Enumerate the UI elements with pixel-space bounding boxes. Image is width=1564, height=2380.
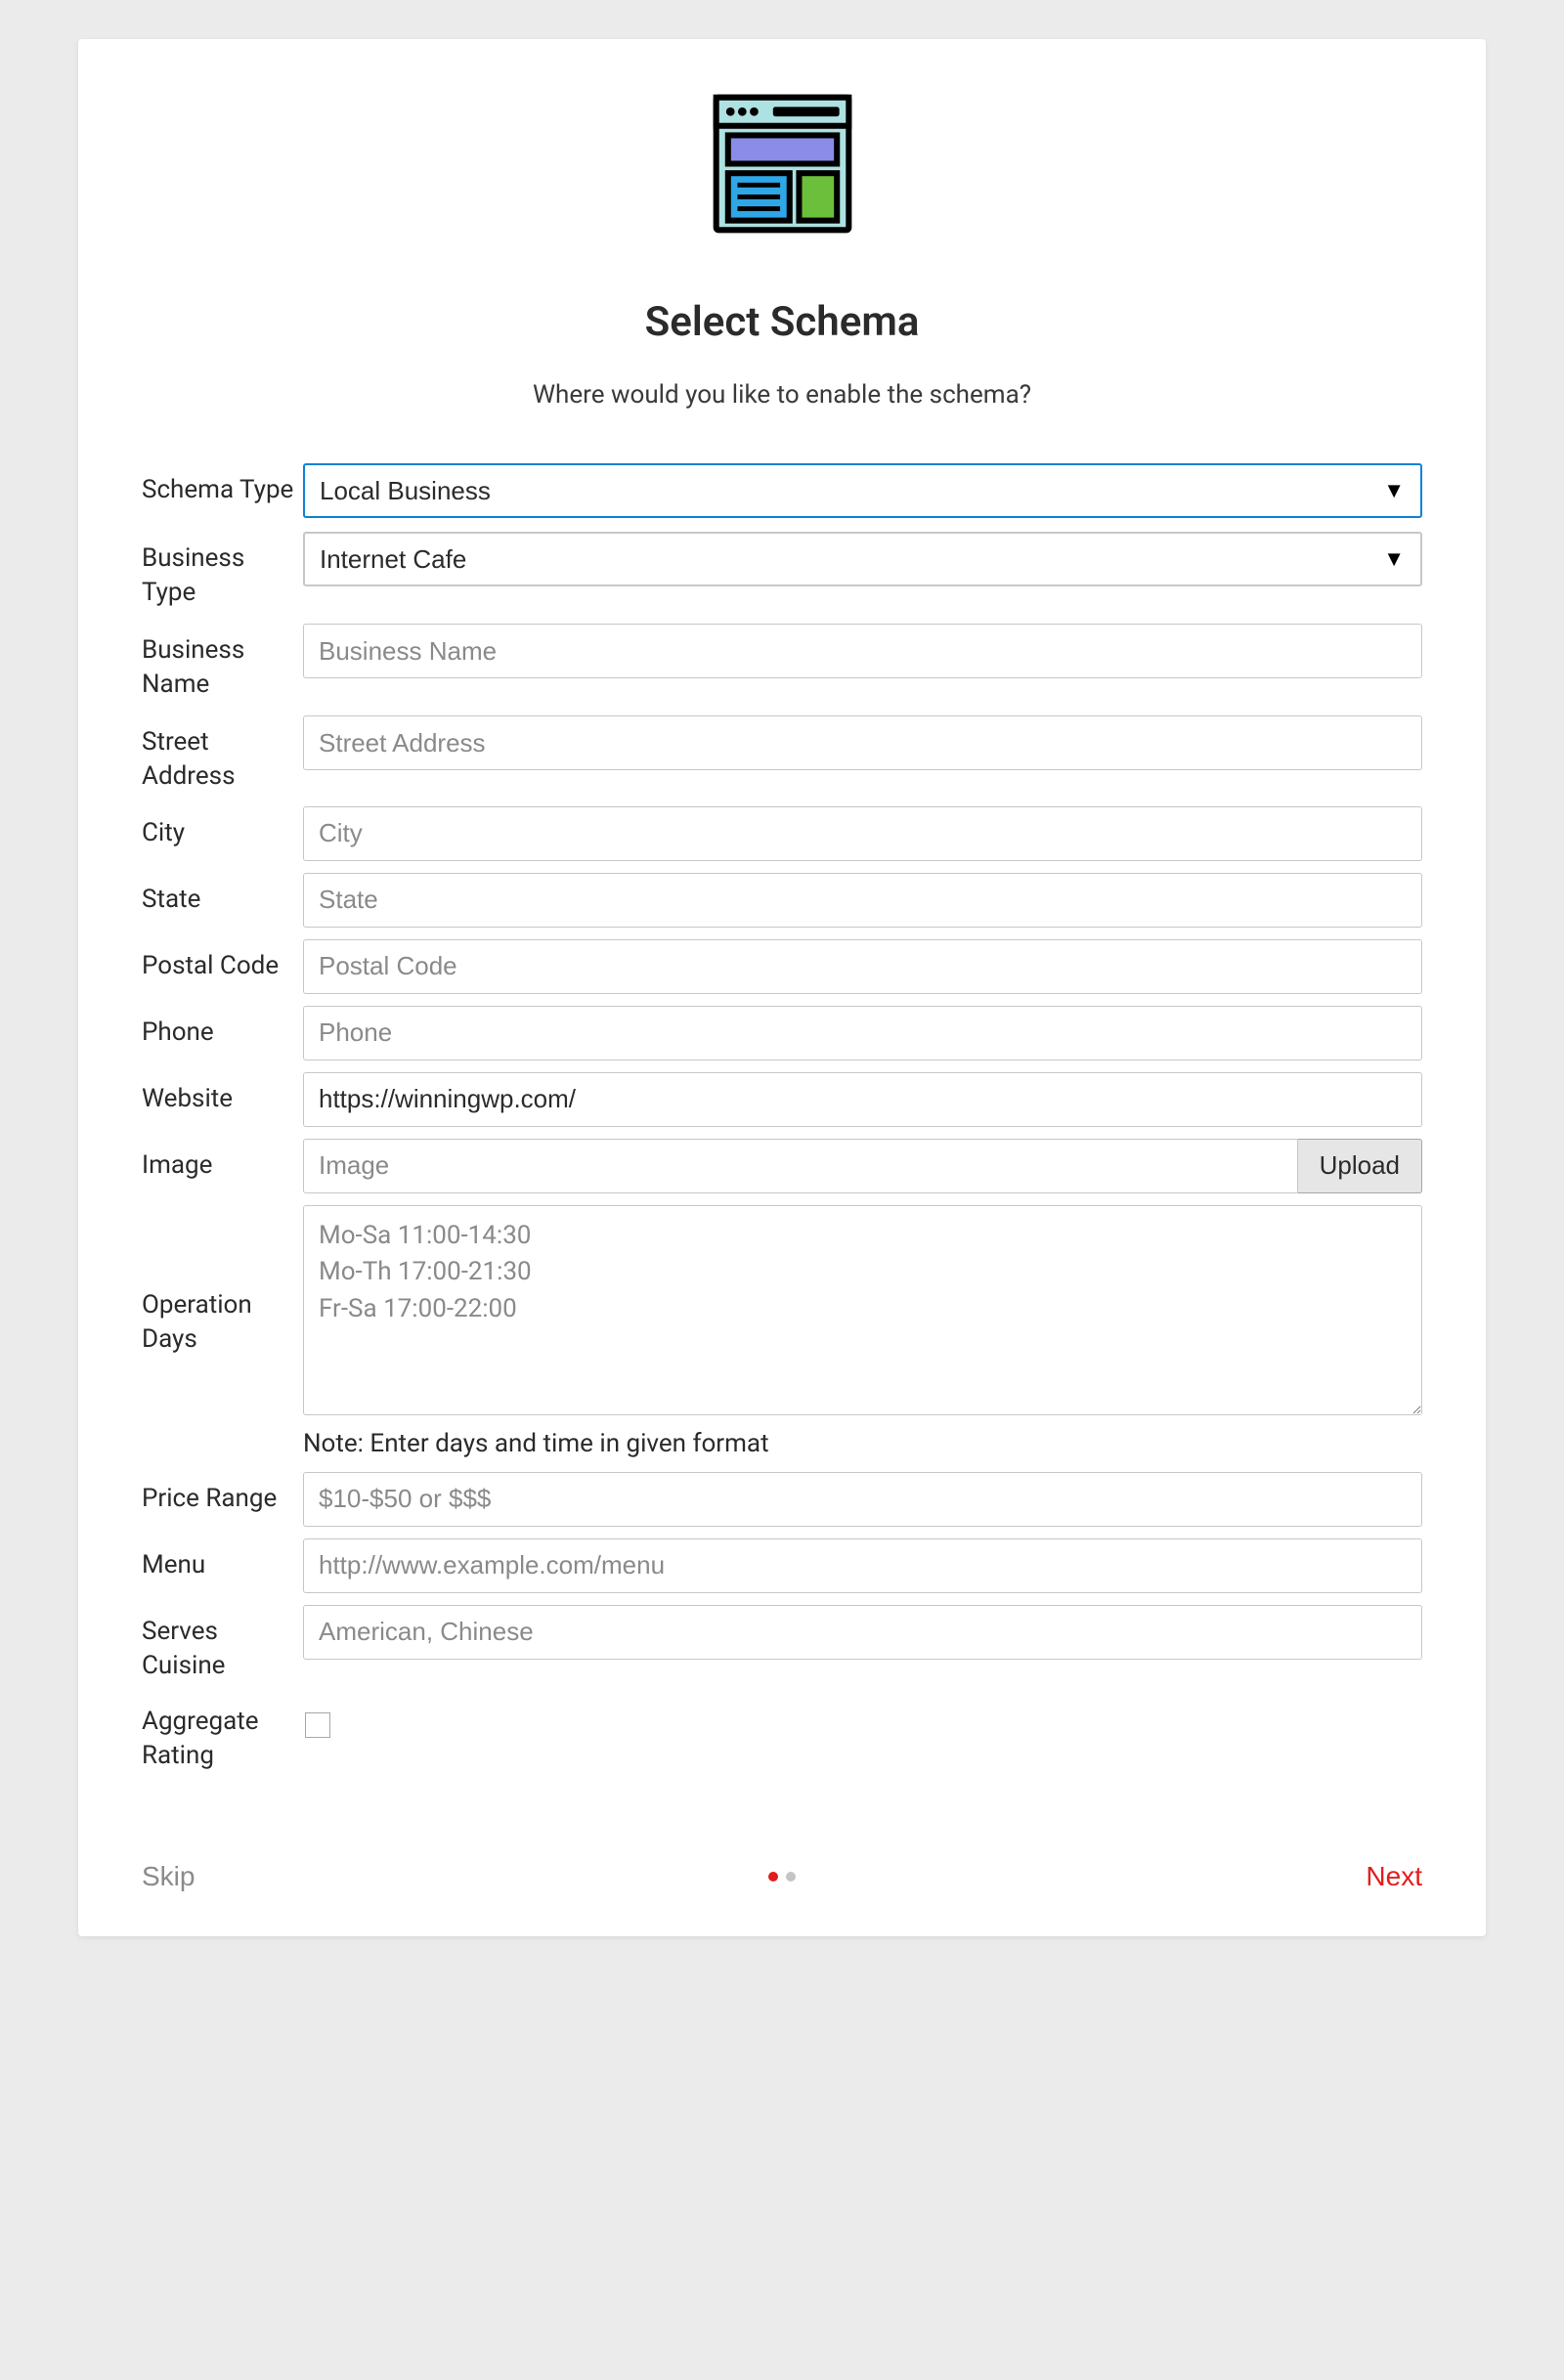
webpage-icon [707, 88, 858, 239]
image-input[interactable] [303, 1139, 1298, 1193]
pagination-dot-active [768, 1872, 778, 1882]
skip-button[interactable]: Skip [142, 1861, 195, 1892]
schema-type-select[interactable]: Local Business [303, 463, 1422, 518]
image-label: Image [142, 1139, 303, 1183]
schema-type-label: Schema Type [142, 463, 303, 507]
street-address-input[interactable] [303, 715, 1422, 770]
phone-input[interactable] [303, 1006, 1422, 1060]
page-subtitle: Where would you like to enable the schem… [142, 380, 1422, 410]
menu-label: Menu [142, 1538, 303, 1582]
pagination-dots [768, 1872, 796, 1882]
business-name-label: Business Name [142, 624, 303, 702]
pagination-dot [786, 1872, 796, 1882]
city-input[interactable] [303, 806, 1422, 861]
phone-label: Phone [142, 1006, 303, 1050]
website-input[interactable] [303, 1072, 1422, 1127]
wizard-card: Select Schema Where would you like to en… [78, 39, 1486, 1936]
aggregate-rating-checkbox[interactable] [305, 1712, 330, 1738]
state-input[interactable] [303, 873, 1422, 928]
state-label: State [142, 873, 303, 917]
upload-button[interactable]: Upload [1298, 1139, 1422, 1193]
aggregate-rating-label: Aggregate Rating [142, 1695, 303, 1773]
website-label: Website [142, 1072, 303, 1116]
postal-code-label: Postal Code [142, 939, 303, 983]
page-title: Select Schema [142, 298, 1422, 346]
business-name-input[interactable] [303, 624, 1422, 678]
operation-days-label: Operation Days [142, 1205, 303, 1357]
postal-code-input[interactable] [303, 939, 1422, 994]
next-button[interactable]: Next [1366, 1861, 1422, 1892]
city-label: City [142, 806, 303, 850]
serves-cuisine-input[interactable] [303, 1605, 1422, 1660]
header-icon [142, 88, 1422, 239]
business-type-label: Business Type [142, 532, 303, 610]
business-type-select[interactable]: Internet Cafe [303, 532, 1422, 586]
menu-input[interactable] [303, 1538, 1422, 1593]
operation-days-textarea[interactable] [303, 1205, 1422, 1415]
price-range-label: Price Range [142, 1472, 303, 1516]
price-range-input[interactable] [303, 1472, 1422, 1527]
serves-cuisine-label: Serves Cuisine [142, 1605, 303, 1683]
operation-days-note: Note: Enter days and time in given forma… [303, 1429, 1422, 1458]
street-address-label: Street Address [142, 715, 303, 794]
